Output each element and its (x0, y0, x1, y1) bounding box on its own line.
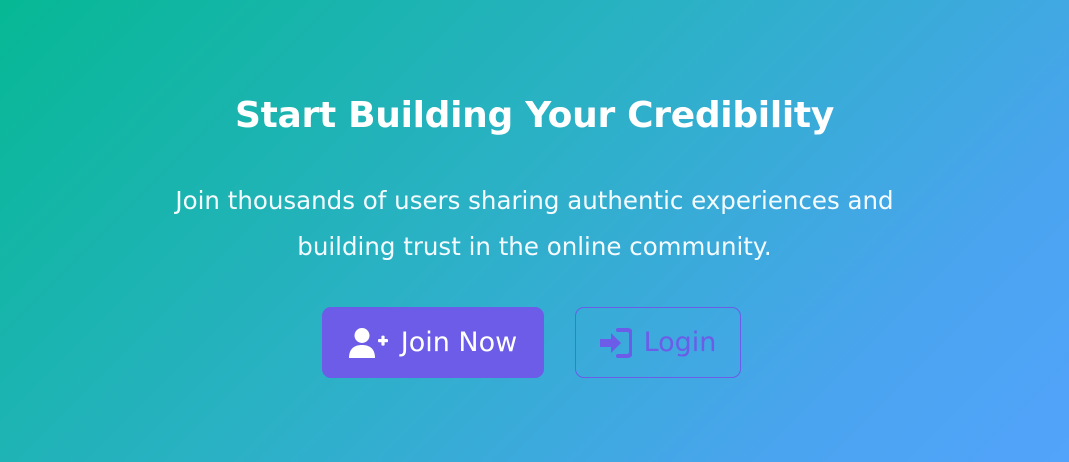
sign-in-icon (599, 327, 632, 358)
login-button[interactable]: Login (575, 307, 741, 378)
join-now-button[interactable]: Join Now (322, 307, 544, 378)
cta-subtitle: Join thousands of users sharing authenti… (175, 186, 894, 261)
join-now-label: Join Now (400, 327, 518, 358)
cta-title: Start Building Your Credibility (235, 95, 834, 136)
cta-button-group: Join Now Login (322, 307, 741, 378)
cta-section: Start Building Your Credibility Join tho… (0, 0, 1069, 462)
user-plus-icon (348, 327, 389, 359)
login-label: Login (643, 327, 717, 358)
